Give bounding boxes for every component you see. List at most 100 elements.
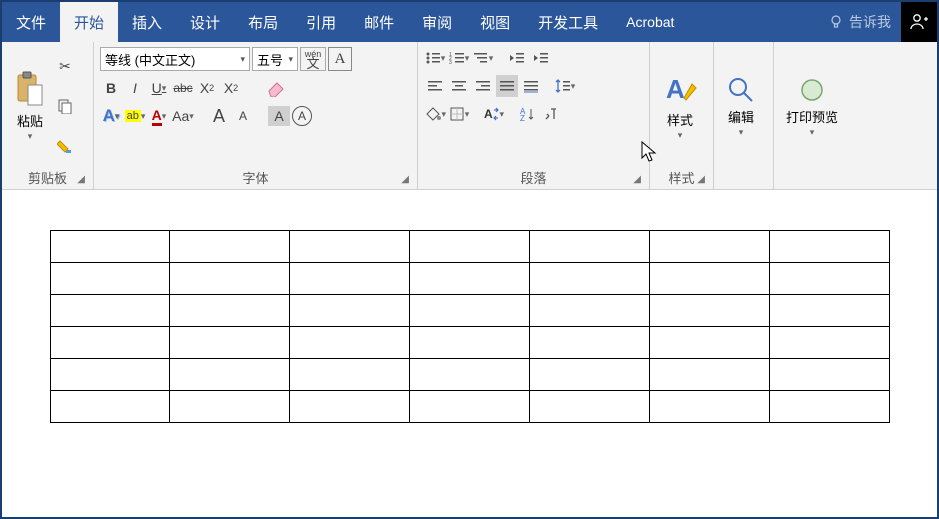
table-cell[interactable] — [529, 231, 649, 263]
table-cell[interactable] — [50, 263, 170, 295]
paste-button[interactable]: 粘贴 ▾ — [8, 46, 52, 167]
dialog-launcher-icon[interactable]: ◢ — [633, 174, 641, 185]
table-row[interactable] — [50, 231, 889, 263]
change-case-button[interactable]: Aa▾ — [172, 105, 194, 127]
numbering-button[interactable]: 123▾ — [448, 47, 470, 69]
account-button[interactable] — [901, 2, 937, 42]
table-cell[interactable] — [170, 231, 290, 263]
align-distributed-button[interactable] — [520, 75, 542, 97]
table-cell[interactable] — [170, 391, 290, 423]
superscript-button[interactable]: X2 — [220, 77, 242, 99]
tab-acrobat[interactable]: Acrobat — [612, 2, 688, 42]
font-size-combo[interactable]: 五号▾ — [252, 47, 298, 71]
table-cell[interactable] — [649, 231, 769, 263]
highlight-button[interactable]: ab▾ — [124, 105, 146, 127]
tab-layout[interactable]: 布局 — [234, 2, 292, 42]
table-cell[interactable] — [529, 391, 649, 423]
table-cell[interactable] — [290, 231, 410, 263]
table-cell[interactable] — [649, 295, 769, 327]
table-cell[interactable] — [529, 263, 649, 295]
document-table[interactable] — [50, 230, 890, 423]
borders-button[interactable]: ▾ — [448, 103, 470, 125]
char-shading-button[interactable]: A — [268, 106, 290, 126]
copy-button[interactable] — [54, 95, 76, 117]
grow-font-button[interactable]: A — [208, 105, 230, 127]
table-cell[interactable] — [290, 391, 410, 423]
table-cell[interactable] — [529, 295, 649, 327]
table-cell[interactable] — [290, 327, 410, 359]
enclose-char-button[interactable]: A — [292, 106, 312, 126]
multilevel-list-button[interactable]: ▾ — [472, 47, 494, 69]
align-right-button[interactable] — [472, 75, 494, 97]
table-cell[interactable] — [769, 263, 889, 295]
document-area[interactable] — [2, 190, 937, 463]
tab-references[interactable]: 引用 — [292, 2, 350, 42]
increase-indent-button[interactable] — [530, 47, 552, 69]
align-left-button[interactable] — [424, 75, 446, 97]
phonetic-guide-button[interactable]: wén文 — [300, 47, 326, 71]
table-cell[interactable] — [410, 359, 530, 391]
table-cell[interactable] — [290, 359, 410, 391]
table-cell[interactable] — [170, 295, 290, 327]
table-row[interactable] — [50, 391, 889, 423]
table-cell[interactable] — [769, 295, 889, 327]
table-cell[interactable] — [50, 391, 170, 423]
tab-view[interactable]: 视图 — [466, 2, 524, 42]
table-cell[interactable] — [769, 391, 889, 423]
table-cell[interactable] — [410, 263, 530, 295]
table-row[interactable] — [50, 295, 889, 327]
font-color-button[interactable]: A▾ — [148, 105, 170, 127]
table-cell[interactable] — [290, 263, 410, 295]
table-cell[interactable] — [529, 359, 649, 391]
shading-button[interactable]: ▾ — [424, 103, 446, 125]
table-cell[interactable] — [410, 391, 530, 423]
table-cell[interactable] — [769, 327, 889, 359]
table-cell[interactable] — [769, 359, 889, 391]
align-center-button[interactable] — [448, 75, 470, 97]
table-cell[interactable] — [50, 327, 170, 359]
styles-button[interactable]: A 样式 ▾ — [656, 46, 704, 167]
table-cell[interactable] — [170, 359, 290, 391]
font-name-combo[interactable]: 等线 (中文正文)▾ — [100, 47, 250, 71]
underline-button[interactable]: U▾ — [148, 77, 170, 99]
table-cell[interactable] — [529, 327, 649, 359]
tab-mailings[interactable]: 邮件 — [350, 2, 408, 42]
tab-insert[interactable]: 插入 — [118, 2, 176, 42]
subscript-button[interactable]: X2 — [196, 77, 218, 99]
table-cell[interactable] — [769, 231, 889, 263]
tab-developer[interactable]: 开发工具 — [524, 2, 612, 42]
table-cell[interactable] — [170, 263, 290, 295]
table-cell[interactable] — [50, 359, 170, 391]
table-cell[interactable] — [410, 295, 530, 327]
strikethrough-button[interactable]: abc — [172, 77, 194, 99]
decrease-indent-button[interactable] — [506, 47, 528, 69]
tab-file[interactable]: 文件 — [2, 2, 60, 42]
show-marks-button[interactable] — [540, 103, 562, 125]
table-row[interactable] — [50, 263, 889, 295]
align-justify-button[interactable] — [496, 75, 518, 97]
table-cell[interactable] — [649, 263, 769, 295]
dialog-launcher-icon[interactable]: ◢ — [401, 174, 409, 185]
bold-button[interactable]: B — [100, 77, 122, 99]
table-cell[interactable] — [410, 231, 530, 263]
tab-home[interactable]: 开始 — [60, 2, 118, 42]
edit-button[interactable]: 编辑 ▾ — [720, 46, 762, 167]
print-preview-button[interactable]: 打印预览 ▾ — [780, 46, 844, 167]
table-cell[interactable] — [50, 295, 170, 327]
table-cell[interactable] — [649, 327, 769, 359]
dialog-launcher-icon[interactable]: ◢ — [697, 174, 705, 185]
table-cell[interactable] — [410, 327, 530, 359]
char-border-button[interactable]: A — [328, 47, 352, 71]
format-painter-button[interactable] — [54, 136, 76, 158]
cut-button[interactable]: ✂ — [54, 55, 76, 77]
line-spacing-button[interactable]: ▾ — [554, 75, 576, 97]
text-direction-button[interactable]: A▾ — [482, 103, 504, 125]
bullets-button[interactable]: ▾ — [424, 47, 446, 69]
shrink-font-button[interactable]: A — [232, 105, 254, 127]
tell-me[interactable]: 告诉我 — [819, 12, 901, 32]
table-row[interactable] — [50, 327, 889, 359]
dialog-launcher-icon[interactable]: ◢ — [77, 174, 85, 185]
table-cell[interactable] — [649, 359, 769, 391]
table-cell[interactable] — [290, 295, 410, 327]
table-cell[interactable] — [50, 231, 170, 263]
